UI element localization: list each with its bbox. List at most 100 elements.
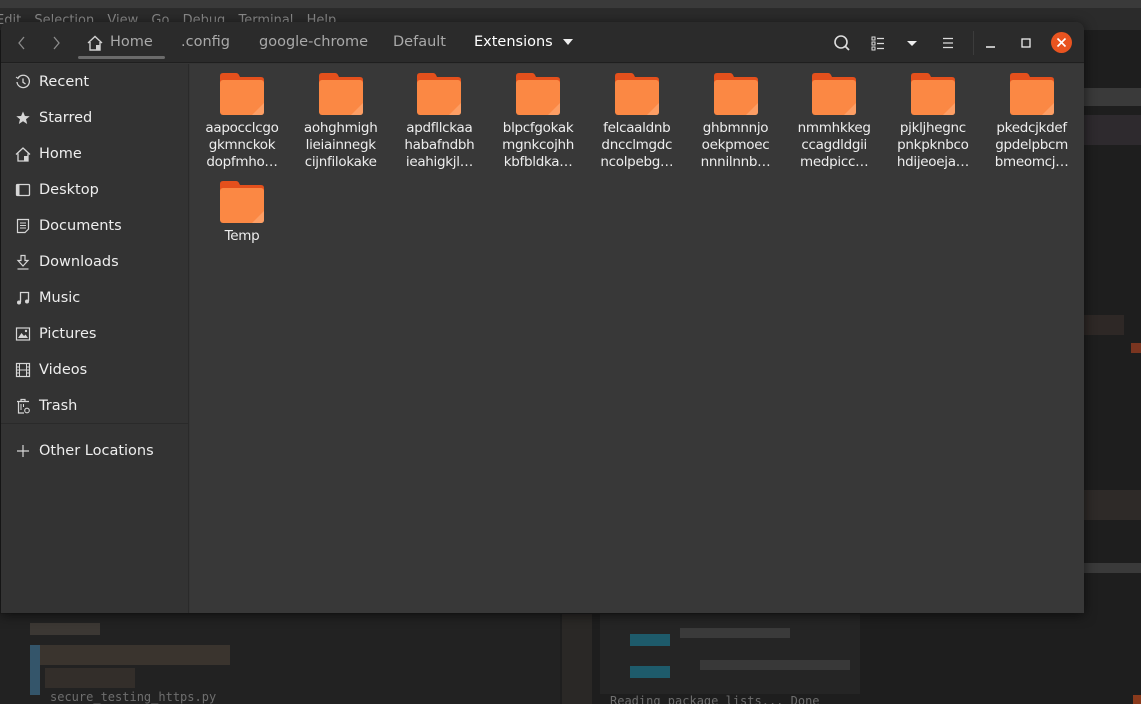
chevron-left-icon [18, 36, 25, 50]
sidebar-label: Home [39, 146, 82, 162]
maximize-icon[interactable] [1015, 32, 1037, 54]
desktop-icon [15, 183, 31, 197]
breadcrumb-extensions[interactable]: Extensions [474, 22, 553, 63]
folder-label: felcaaldnb dncclmgdc ncolpebg… [600, 120, 674, 170]
folder-icon [812, 73, 857, 115]
home-icon [87, 35, 103, 51]
folder-icon [910, 73, 955, 115]
folder-icon [713, 73, 758, 115]
folder-item[interactable]: blpcfgokak mgnkcojhh kbfbldka… [489, 72, 587, 171]
hamburger-menu-icon[interactable] [937, 32, 959, 54]
folder-item[interactable]: felcaaldnb dncclmgdc ncolpebg… [588, 72, 686, 171]
search-icon[interactable] [831, 32, 853, 54]
bg-blur-block [1084, 88, 1141, 106]
bg-blur-block [562, 614, 592, 704]
file-manager-window: Home .config google-chrome Default Exten… [1, 22, 1084, 613]
folder-icon [318, 73, 363, 115]
folder-item[interactable]: apdfllckaa habafndbh ieahigkjl… [390, 72, 488, 171]
bg-blur-block [30, 623, 100, 635]
breadcrumb-config[interactable]: .config [181, 22, 230, 63]
minimize-icon[interactable] [980, 32, 1002, 54]
bg-blur-block [45, 668, 135, 688]
bg-blur-block [1133, 695, 1141, 704]
sidebar-label: Music [39, 290, 81, 306]
folder-item[interactable]: pjkljhegnc pnkpknbco hdijeoeja… [884, 72, 982, 171]
breadcrumb-home-label: Home [110, 34, 153, 50]
bg-terminal-line: Reading package lists... Done [610, 694, 820, 704]
chevron-down-icon[interactable] [901, 32, 923, 54]
sidebar-item-starred[interactable]: Starred [1, 100, 189, 136]
folder-label: pkedcjkdef gpdelpbcm bmeomcj… [994, 120, 1069, 170]
folder-icon [220, 181, 264, 223]
close-icon [1056, 37, 1067, 48]
breadcrumb-google-chrome[interactable]: google-chrome [259, 22, 368, 63]
folder-icon [1009, 73, 1054, 115]
chevron-right-icon [53, 36, 60, 50]
folder-item[interactable]: aapocclcgo gkmnckok dopfmho… [193, 72, 291, 171]
bg-blur-block [1084, 490, 1141, 520]
folder-icon [614, 73, 659, 115]
sidebar-item-pictures[interactable]: Pictures [1, 316, 189, 352]
folder-item[interactable]: nmmhkkeg ccagdldgii medpicc… [785, 72, 883, 171]
sidebar-item-music[interactable]: Music [1, 280, 189, 316]
sidebar-label: Other Locations [39, 443, 154, 459]
sidebar-label: Pictures [39, 326, 97, 342]
sidebar-item-home[interactable]: Home [1, 136, 189, 172]
sidebar-item-trash[interactable]: Trash [1, 388, 189, 424]
sidebar-item-downloads[interactable]: Downloads [1, 244, 189, 280]
folder-label: aohghmigh lieiainnegk cijnfilokake [303, 120, 378, 170]
folder-item[interactable]: Temp [193, 180, 291, 245]
folder-label: aapocclcgo gkmnckok dopfmho… [205, 120, 279, 170]
bg-blur-block [630, 666, 670, 678]
sidebar-separator [1, 423, 189, 424]
sidebar-label: Recent [39, 74, 90, 90]
list-view-icon[interactable] [867, 32, 889, 54]
bg-blur-block [1084, 315, 1124, 335]
breadcrumb-home[interactable]: Home [78, 22, 165, 63]
breadcrumb-dropdown-icon[interactable] [563, 39, 573, 45]
document-icon [16, 218, 30, 234]
sidebar-label: Videos [39, 362, 88, 378]
folder-label: apdfllckaa habafndbh ieahigkjl… [404, 120, 475, 170]
sidebar-item-recent[interactable]: Recent [1, 64, 189, 100]
header-separator [973, 31, 974, 55]
back-button[interactable] [11, 31, 33, 55]
folder-item[interactable]: aohghmigh lieiainnegk cijnfilokake [292, 72, 390, 171]
folder-icon [516, 73, 561, 115]
bg-blur-block [30, 645, 40, 695]
bg-terminal-panel [600, 614, 860, 694]
folder-item[interactable]: pkedcjkdef gpdelpbcm bmeomcj… [983, 72, 1081, 171]
folder-label: pjkljhegnc pnkpknbco hdijeoeja… [896, 120, 969, 170]
bg-blur-block [30, 645, 230, 665]
clock-icon [15, 74, 31, 89]
folder-label: nmmhkkeg ccagdldgii medpicc… [797, 120, 871, 170]
sidebar-label: Downloads [39, 254, 119, 270]
background-top-bar [0, 0, 1141, 8]
music-icon [17, 291, 30, 305]
bg-blur-block [700, 660, 850, 670]
sidebar: Recent Starred Home Desktop Documents Do… [1, 64, 189, 613]
forward-button[interactable] [45, 31, 67, 55]
sidebar-item-other-locations[interactable]: Other Locations [1, 433, 189, 469]
sidebar-label: Desktop [39, 182, 99, 198]
file-grid: aapocclcgo gkmnckok dopfmho… aohghmigh l… [190, 64, 1084, 613]
star-icon [16, 111, 30, 124]
picture-icon [15, 327, 31, 341]
home-icon [15, 147, 31, 162]
sidebar-item-videos[interactable]: Videos [1, 352, 189, 388]
plus-icon [17, 445, 29, 457]
folder-icon [417, 73, 462, 115]
folder-icon [220, 73, 264, 115]
sidebar-item-documents[interactable]: Documents [1, 208, 189, 244]
sidebar-label: Documents [39, 218, 122, 234]
folder-item[interactable]: ghbmnnjo oekpmoec nnnilnnb… [687, 72, 785, 171]
bg-blur-block [1084, 115, 1141, 145]
trash-icon [17, 398, 30, 414]
bg-blur-block [1131, 343, 1141, 353]
sidebar-item-desktop[interactable]: Desktop [1, 172, 189, 208]
sidebar-label: Starred [39, 110, 93, 126]
folder-label: Temp [224, 228, 260, 244]
close-button[interactable] [1051, 32, 1072, 53]
breadcrumb-default[interactable]: Default [393, 22, 446, 63]
folder-label: ghbmnnjo oekpmoec nnnilnnb… [700, 120, 771, 170]
